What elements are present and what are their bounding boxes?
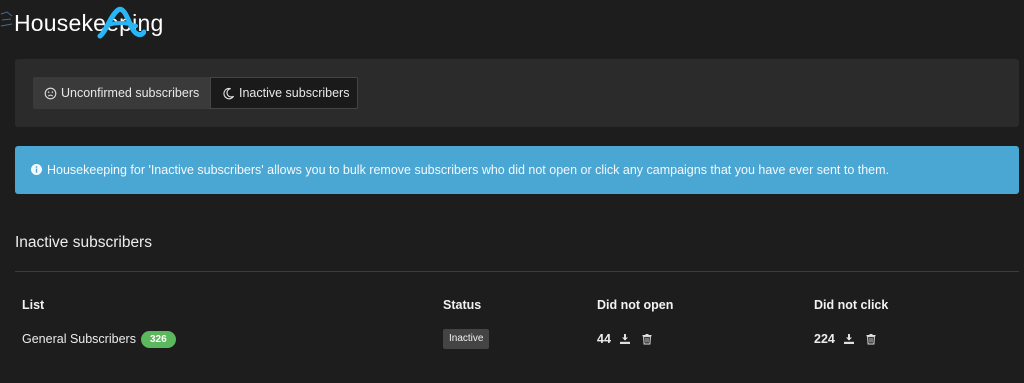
did-not-click-count: 224 xyxy=(814,332,835,346)
table-row-did-not-open-cell: 44 xyxy=(597,330,663,348)
tab-inactive-label: Inactive subscribers xyxy=(239,86,350,100)
subscriber-count-badge: 326 xyxy=(140,330,176,348)
table-row-did-not-click-cell: 224 xyxy=(814,330,887,348)
trash-icon[interactable] xyxy=(865,333,877,345)
column-header-list: List xyxy=(22,298,45,312)
info-alert: Housekeeping for 'Inactive subscribers' … xyxy=(15,146,1019,194)
info-circle-icon xyxy=(31,164,42,175)
section-divider xyxy=(15,271,1019,272)
housekeeping-tabs-panel: Unconfirmed subscribers Inactive subscri… xyxy=(15,59,1019,127)
trash-icon[interactable] xyxy=(641,333,653,345)
status-badge: Inactive xyxy=(443,329,490,349)
frown-face-icon xyxy=(44,87,57,100)
logo-icon xyxy=(97,6,146,39)
moon-icon xyxy=(222,87,235,100)
alert-text: Housekeeping for 'Inactive subscribers' … xyxy=(47,163,890,177)
column-header-did-not-open: Did not open xyxy=(597,298,674,312)
tab-inactive-subscribers[interactable]: Inactive subscribers xyxy=(210,77,358,109)
did-not-open-count: 44 xyxy=(597,332,611,346)
corner-scribble-decoration xyxy=(0,11,13,27)
download-icon[interactable] xyxy=(619,333,631,345)
housekeeping-page: Housekeeping Unconfirmed subscribers Ina… xyxy=(0,0,1024,383)
download-icon[interactable] xyxy=(843,333,855,345)
tab-unconfirmed-subscribers[interactable]: Unconfirmed subscribers xyxy=(33,77,210,109)
section-heading: Inactive subscribers xyxy=(15,234,152,251)
table-row-list-cell: General Subscribers 326 xyxy=(22,330,176,348)
table-row-status-cell: Inactive xyxy=(443,329,490,349)
column-header-status: Status xyxy=(443,298,482,312)
list-name: General Subscribers xyxy=(22,332,136,346)
column-header-did-not-click: Did not click xyxy=(814,298,889,312)
tab-unconfirmed-label: Unconfirmed subscribers xyxy=(61,86,200,100)
